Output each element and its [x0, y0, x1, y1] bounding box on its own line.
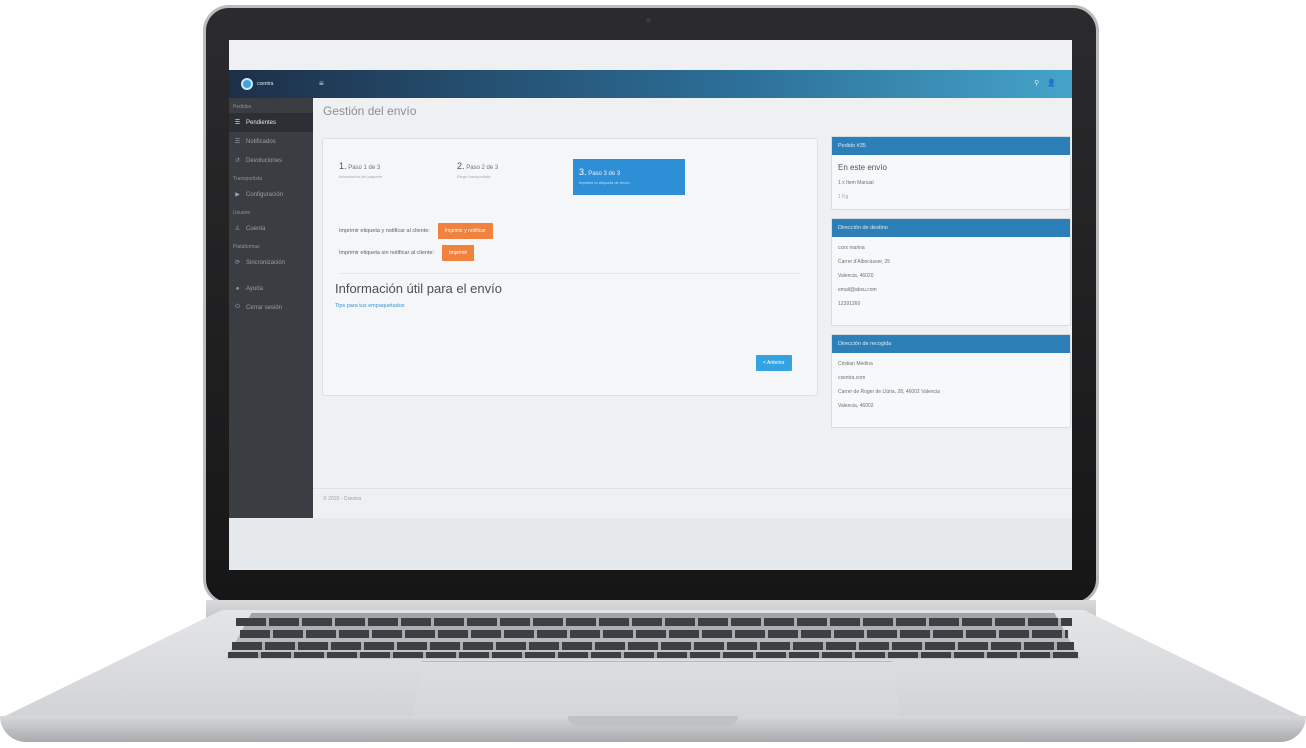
keyboard-row — [228, 652, 1078, 658]
divider — [339, 273, 799, 274]
step-description: Imprime tu etiqueta de envío — [579, 180, 630, 185]
sidebar-section-title: Pedidos — [233, 104, 252, 110]
sidebar-item-label: Sincronización — [246, 259, 286, 266]
sidebar-item-ayuda[interactable]: ● Ayuda — [229, 280, 313, 298]
order-weight: 1 Kg — [838, 194, 849, 200]
pickup-line: Cristian Medina — [838, 361, 873, 367]
destination-line: Valencia, 46020 — [838, 273, 874, 279]
sidebar-item-notificados[interactable]: ☰ Notificados — [229, 132, 313, 151]
print-notify-button[interactable]: Imprimir y notificar — [437, 223, 493, 239]
order-panel: Pedido #35 En este envío 1 x Item Manual… — [831, 136, 1071, 210]
sidebar-item-label: Notificados — [246, 138, 276, 145]
sidebar-section-title: Usuario — [233, 210, 251, 216]
step-label: Paso 3 de 3 — [588, 171, 621, 177]
step-number: 1. — [339, 161, 347, 171]
sidebar-item-pendientes[interactable]: ☰ Pendientes — [229, 113, 313, 132]
top-navbar: cxentra ≡ ⚲👤 — [229, 70, 1072, 98]
logo-icon — [241, 78, 253, 90]
keyboard-row — [232, 642, 1074, 650]
user-icon: ♙ — [234, 226, 241, 232]
print-button[interactable]: Imprimir — [442, 245, 475, 261]
page-title: Gestión del envío — [323, 104, 417, 118]
keyboard-row — [240, 630, 1068, 638]
step-description: Información del paquete — [339, 174, 382, 179]
destination-panel: Dirección de destino cxxx marina Carrer … — [831, 218, 1071, 326]
main-content: Gestión del envío 1. Paso 1 de 3 Informa… — [313, 98, 1072, 570]
sidebar: Pedidos ☰ Pendientes ☰ Notificados ↺ Devolu… — [229, 98, 313, 518]
undo-icon: ↺ — [234, 158, 241, 164]
previous-button[interactable]: < Anterior — [756, 355, 792, 371]
laptop-screen: cxentra ≡ ⚲👤 Pedidos ☰ Pendientes ☰ Notifi… — [229, 40, 1072, 570]
step-1[interactable]: 1. Paso 1 de 3 Información del paquete — [339, 161, 439, 197]
step-label: Paso 2 de 3 — [466, 165, 499, 171]
camera — [646, 18, 651, 23]
sidebar-section-title: Transportista — [233, 176, 262, 182]
destination-panel-title: Dirección de destino — [832, 219, 1070, 237]
sidebar-item-configuracion[interactable]: ▶ Configuración — [229, 185, 313, 204]
sidebar-item-label: Cuenta — [246, 225, 266, 232]
pickup-panel-title: Dirección de recogida — [832, 335, 1070, 353]
destination-line: Carrer d'Albocàsser, 25 — [838, 259, 891, 265]
keyboard-row — [236, 618, 1072, 626]
order-item: 1 x Item Manual — [838, 180, 874, 186]
truck-icon: ▶ — [235, 192, 240, 198]
user-icon[interactable]: 👤 — [1047, 80, 1064, 87]
pickup-line: Valencia, 46002 — [838, 403, 874, 409]
sidebar-item-label: Pendientes — [246, 119, 277, 126]
step-description: Elegir transportista — [457, 174, 491, 179]
sidebar-section-title: Plataformas — [233, 244, 260, 250]
destination-line: cxxx marina — [838, 245, 865, 251]
sidebar-item-cuenta[interactable]: ♙ Cuenta — [229, 219, 313, 238]
print-notify-label: Imprimir etiqueta y notificar al cliente… — [339, 228, 430, 234]
brand-logo[interactable]: cxentra — [241, 78, 273, 90]
search-icon[interactable]: ⚲ — [1034, 80, 1047, 87]
packaging-tips-link[interactable]: Tips para tus empaquetados — [335, 303, 405, 309]
pickup-line: cxentra.com — [838, 375, 866, 381]
sidebar-item-label: Ayuda — [246, 286, 263, 292]
print-only-row: Imprimir etiqueta sin notificar al clien… — [339, 245, 475, 261]
topbar-icons: ⚲👤 — [1034, 79, 1064, 87]
hamburger-icon[interactable]: ≡ — [319, 79, 324, 88]
step-number: 3. — [579, 167, 587, 177]
step-number: 2. — [457, 161, 465, 171]
order-heading: En este envío — [838, 163, 887, 172]
destination-line: 12391260 — [838, 301, 861, 307]
sidebar-item-devoluciones[interactable]: ↺ Devoluciones — [229, 151, 313, 170]
step-2[interactable]: 2. Paso 2 de 3 Elegir transportista — [457, 161, 557, 197]
destination-line: email@abxu.com — [838, 287, 877, 293]
sidebar-item-sincronizacion[interactable]: ⟳ Sincronización — [229, 253, 313, 272]
sidebar-item-cerrar-sesion[interactable]: ⏻ Cerrar sesión — [229, 298, 313, 317]
trackpad — [412, 661, 902, 722]
sidebar-item-label: Cerrar sesión — [246, 304, 283, 311]
step-label: Paso 1 de 3 — [348, 165, 381, 171]
sidebar-item-label: Configuración — [246, 191, 284, 198]
footer-divider — [313, 488, 1072, 489]
power-icon: ⏻ — [235, 304, 240, 310]
help-icon: ● — [235, 286, 240, 292]
pickup-panel: Dirección de recogida Cristian Medina cx… — [831, 334, 1071, 428]
sync-icon: ⟳ — [234, 260, 241, 266]
print-notify-row: Imprimir etiqueta y notificar al cliente… — [339, 223, 493, 239]
order-panel-title: Pedido #35 — [832, 137, 1070, 155]
info-title: Información útil para el envío — [335, 281, 502, 296]
bell-icon: ☰ — [234, 139, 241, 145]
screen-bottom — [229, 518, 1072, 570]
brand-name: cxentra — [257, 81, 274, 87]
footer-copyright: © 2019 - Cxentra — [323, 496, 362, 502]
pickup-line: Carrer de Roger de Llúria, 28, 46002 Val… — [838, 389, 940, 395]
shipment-card: 1. Paso 1 de 3 Información del paquete 2… — [322, 138, 818, 396]
print-only-label: Imprimir etiqueta sin notificar al clien… — [339, 250, 435, 256]
laptop-notch — [568, 716, 738, 726]
list-icon: ☰ — [234, 120, 241, 126]
sidebar-item-label: Devoluciones — [246, 157, 283, 164]
step-3[interactable]: 3. Paso 3 de 3 Imprime tu etiqueta de en… — [573, 159, 685, 195]
